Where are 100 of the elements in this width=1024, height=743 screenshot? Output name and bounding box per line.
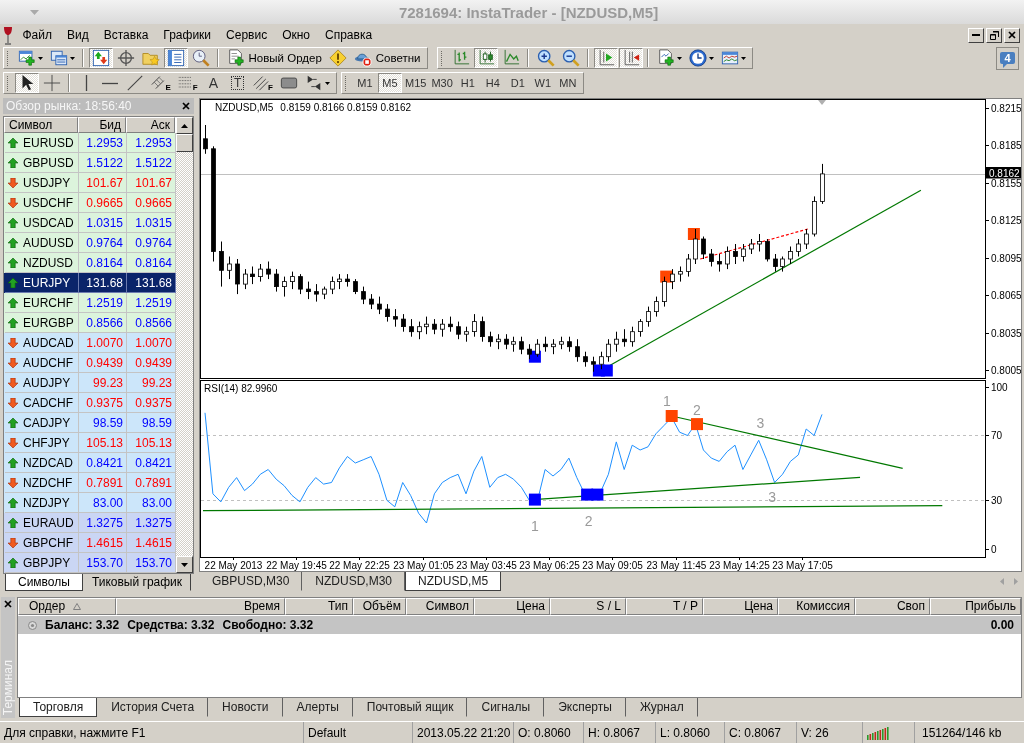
wave-label: 1 (663, 393, 671, 410)
market-row[interactable]: USDCHF 0.9665 0.9665 (4, 193, 176, 213)
column-header[interactable]: Символ (4, 117, 78, 133)
column-header[interactable]: S / L (550, 598, 626, 615)
close-button[interactable] (1004, 27, 1020, 43)
market-row[interactable]: AUDJPY 99.23 99.23 (4, 373, 176, 393)
bid-price: 105.13 (86, 435, 123, 450)
market-row[interactable]: EURJPY 131.68 131.68 (4, 273, 176, 293)
market-row[interactable]: NZDUSD 0.8164 0.8164 (4, 253, 176, 273)
market-row[interactable]: GBPUSD 1.5122 1.5122 (4, 153, 176, 173)
price-candle (377, 296, 382, 315)
market-row[interactable]: NZDCAD 0.8421 0.8421 (4, 453, 176, 473)
timeframe-button[interactable]: MN (555, 73, 580, 93)
fan-button[interactable]: F (250, 73, 276, 93)
autoscroll-button[interactable] (593, 48, 618, 68)
symbol-label: NZDCAD (23, 455, 73, 470)
market-row[interactable]: EURGBP 0.8566 0.8566 (4, 313, 176, 333)
candlestick-button[interactable] (473, 48, 498, 68)
terminal-tab[interactable]: Почтовый ящик (352, 698, 468, 717)
channel-button[interactable]: E (147, 73, 174, 93)
market-row[interactable]: CADJPY 98.59 98.59 (4, 413, 176, 433)
column-header[interactable]: Ордер (18, 598, 116, 615)
scroll-up-button[interactable] (176, 117, 193, 134)
terminal-tab[interactable]: Журнал (625, 698, 698, 717)
chart-tab[interactable]: NZDUSD,M5 (405, 572, 502, 591)
price-candle (717, 253, 722, 273)
market-row[interactable]: NZDCHF 0.7891 0.7891 (4, 473, 176, 493)
market-row[interactable]: CADCHF 0.9375 0.9375 (4, 393, 176, 413)
menu-item[interactable]: Графики (155, 26, 219, 44)
market-row[interactable]: EURCHF 1.2519 1.2519 (4, 293, 176, 313)
timeframe-button[interactable]: H1 (455, 73, 480, 93)
ask-price: 0.9439 (135, 355, 172, 370)
chart-tab[interactable]: GBPUSD,M30 (199, 572, 303, 591)
market-row[interactable]: AUDUSD 0.9764 0.9764 (4, 233, 176, 253)
column-header[interactable]: Цена (703, 598, 778, 615)
scroll-down-button[interactable] (176, 556, 193, 573)
price-label: 0.8162 (986, 167, 1021, 179)
menu-item[interactable]: Файл (15, 26, 60, 44)
timeframe-button[interactable]: H4 (480, 73, 505, 93)
market-row[interactable]: EURAUD 1.3275 1.3275 (4, 513, 176, 533)
timeframe-button[interactable]: M1 (352, 73, 377, 93)
restore-button[interactable] (986, 27, 1002, 43)
scrollbar-thumb[interactable] (176, 134, 193, 152)
menu-item[interactable]: Вставка (96, 26, 156, 44)
scrollbar-track[interactable] (176, 117, 193, 573)
market-row[interactable]: NZDJPY 83.00 83.00 (4, 493, 176, 513)
market-row[interactable]: AUDCHF 0.9439 0.9439 (4, 353, 176, 373)
column-header[interactable]: T / P (626, 598, 703, 615)
market-row[interactable]: GBPCHF 1.4615 1.4615 (4, 533, 176, 553)
column-header[interactable]: Объём (353, 598, 406, 615)
timeframe-button[interactable]: M30 (429, 73, 455, 93)
timeframe-button[interactable]: M5 (377, 73, 402, 93)
market-row[interactable]: USDJPY 101.67 101.67 (4, 173, 176, 193)
column-header[interactable]: Прибыль (930, 598, 1021, 615)
column-header[interactable]: Комиссия (778, 598, 855, 615)
column-header[interactable]: Цена (474, 598, 550, 615)
column-header[interactable]: Аск (126, 117, 175, 133)
terminal-tab[interactable]: Новости (208, 698, 283, 717)
panel-tab[interactable]: Символы (5, 574, 83, 591)
terminal-tab[interactable]: Сигналы (467, 698, 545, 717)
price-candle (796, 238, 801, 257)
menu-item[interactable]: Вид (59, 26, 97, 44)
experts-button[interactable]: Советни (350, 48, 424, 68)
minimize-button[interactable] (968, 27, 984, 43)
market-row[interactable]: AUDCAD 1.0070 1.0070 (4, 333, 176, 353)
market-row[interactable]: GBPJPY 153.70 153.70 (4, 553, 176, 573)
column-header[interactable]: Бид (78, 117, 126, 133)
column-header[interactable]: Время (116, 598, 285, 615)
column-header[interactable]: Своп (855, 598, 930, 615)
price-candle (314, 283, 319, 303)
menu-item[interactable]: Сервис (218, 26, 275, 44)
terminal-tab[interactable]: Эксперты (544, 698, 626, 717)
menu-item[interactable]: Окно (274, 26, 318, 44)
market-watch-button[interactable] (88, 48, 113, 68)
price-candle (606, 338, 611, 363)
market-row[interactable]: EURUSD 1.2953 1.2953 (4, 133, 176, 153)
market-row[interactable]: CHFJPY 105.13 105.13 (4, 433, 176, 453)
column-header[interactable]: Тип (285, 598, 353, 615)
text-button[interactable]: A (201, 73, 226, 93)
triangle-up-icon (181, 123, 188, 128)
terminal-tab[interactable]: Алерты (282, 698, 353, 717)
close-button[interactable] (2, 598, 14, 610)
chart-shift-button[interactable] (618, 48, 643, 68)
menu-item[interactable]: Справка (317, 26, 380, 44)
market-row[interactable]: USDCAD 1.0315 1.0315 (4, 213, 176, 233)
fibonacci-button[interactable]: F (174, 73, 201, 93)
column-header[interactable]: Символ (406, 598, 474, 615)
terminal-tab[interactable]: История Счета (97, 698, 209, 717)
timeframe-button[interactable]: W1 (530, 73, 555, 93)
price-candle (345, 273, 350, 288)
new-order-button[interactable]: Новый Ордер (223, 48, 325, 68)
timeframe-button[interactable]: D1 (505, 73, 530, 93)
text-label-button[interactable]: T (226, 73, 250, 93)
cursor-button[interactable] (14, 73, 39, 93)
diagonal-line-icon (125, 74, 144, 92)
timeframe-button[interactable]: M15 (402, 73, 429, 93)
terminal-button[interactable] (163, 48, 188, 68)
messages-button[interactable]: 4 (996, 46, 1019, 70)
panel-tab[interactable]: Тиковый график (82, 574, 192, 591)
terminal-tab[interactable]: Торговля (19, 698, 98, 717)
